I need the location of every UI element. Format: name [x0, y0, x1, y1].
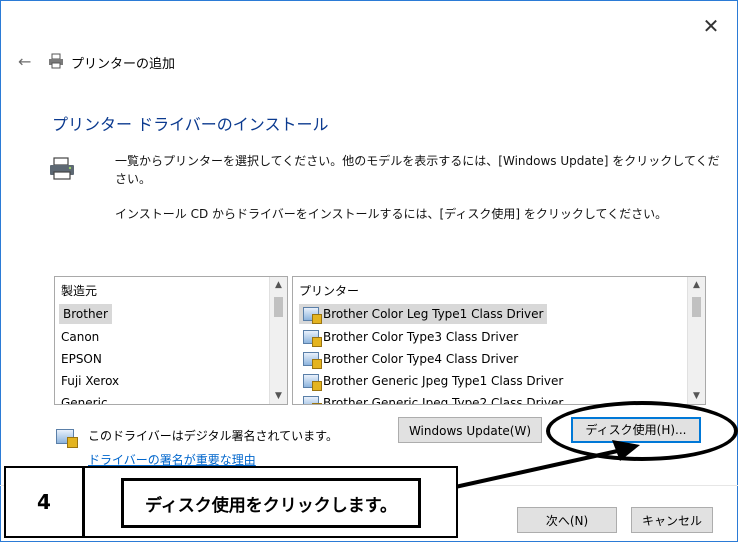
step-number-badge: 4	[4, 466, 84, 538]
instruction-text: ディスク使用をクリックします。	[121, 478, 421, 528]
pointer-arrow	[409, 440, 640, 499]
instruction-callout: ディスク使用をクリックします。	[83, 466, 458, 538]
